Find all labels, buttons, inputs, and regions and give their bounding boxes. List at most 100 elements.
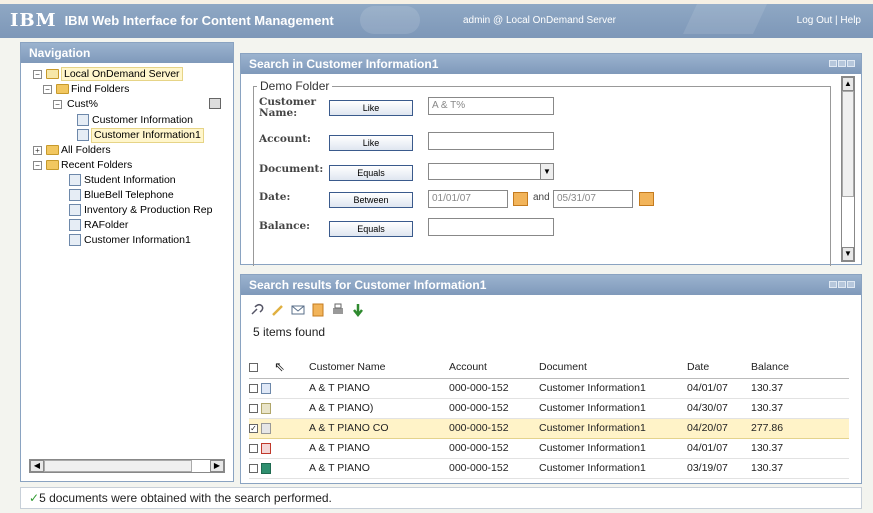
tree-node-find-folders[interactable]: − Find Folders — [25, 82, 233, 97]
balance-input[interactable] — [428, 218, 554, 236]
column-customer-name[interactable]: Customer Name — [309, 356, 449, 379]
row-checkbox[interactable]: ✓ — [249, 423, 258, 433]
help-link[interactable]: Help — [840, 15, 861, 26]
column-balance[interactable]: Balance — [751, 356, 849, 379]
table-row[interactable]: ✓ A & T PIANO CO 000-000-152 Customer In… — [249, 417, 849, 439]
document-icon — [69, 174, 81, 186]
brand: IBM IBM Web Interface for Content Manage… — [10, 10, 334, 31]
account-input[interactable] — [428, 132, 554, 150]
horizontal-scrollbar[interactable]: ◀ ▶ — [29, 459, 225, 473]
column-date[interactable]: Date — [687, 356, 751, 379]
scroll-down-icon[interactable]: ▼ — [842, 247, 854, 261]
items-found: 5 items found — [253, 325, 326, 339]
table-row[interactable]: A & T PIANO) 000-000-152 Customer Inform… — [249, 398, 849, 419]
row-document: Document: Equals ▼ — [259, 162, 819, 186]
tree-node-student-information[interactable]: Student Information — [25, 173, 233, 188]
notes-icon[interactable] — [311, 303, 325, 317]
restore-icon[interactable] — [838, 60, 846, 67]
text-file-icon — [261, 402, 271, 414]
tree-node-customer-information[interactable]: Customer Information — [25, 113, 233, 128]
document-file-icon — [261, 422, 271, 434]
row-checkbox[interactable] — [249, 463, 258, 473]
calendar-icon[interactable] — [639, 192, 654, 206]
navigation-tree: − Local OnDemand Server − Find Folders −… — [21, 63, 233, 248]
row-checkbox[interactable] — [249, 403, 258, 413]
tree-node-recent-customer-information1[interactable]: Customer Information1 — [25, 233, 233, 248]
top-links: Log Out | Help — [797, 15, 861, 26]
tree-node-bluebell-telephone[interactable]: BlueBell Telephone — [25, 188, 233, 203]
vertical-scrollbar[interactable]: ▲ ▼ — [841, 76, 855, 262]
print-icon[interactable] — [331, 303, 345, 317]
navigation-title: Navigation — [21, 43, 233, 63]
status-message: 5 documents were obtained with the searc… — [39, 491, 332, 505]
column-document[interactable]: Document — [539, 356, 687, 379]
scroll-thumb[interactable] — [842, 91, 854, 197]
link-icon[interactable] — [251, 303, 265, 317]
download-icon[interactable] — [351, 303, 365, 317]
collapse-icon[interactable]: − — [43, 85, 52, 94]
collapse-icon[interactable]: − — [33, 70, 42, 79]
find-folder-icon — [56, 84, 69, 94]
word-file-icon — [261, 382, 271, 394]
select-all-checkbox[interactable] — [249, 363, 258, 373]
column-account[interactable]: Account — [449, 356, 539, 379]
tree-node-all-folders[interactable]: + All Folders — [25, 143, 233, 158]
document-icon — [69, 234, 81, 246]
scroll-thumb[interactable] — [44, 460, 192, 472]
server-icon — [46, 69, 59, 79]
tree-node-cust[interactable]: − Cust% — [25, 97, 233, 113]
results-toolbar — [251, 303, 365, 317]
date-to-input[interactable]: 05/31/07 — [553, 190, 633, 208]
document-operator[interactable]: Equals — [329, 165, 413, 181]
maximize-icon[interactable] — [847, 60, 855, 67]
document-icon — [77, 129, 89, 141]
panel-controls — [829, 60, 855, 67]
row-checkbox[interactable] — [249, 383, 258, 393]
balance-operator[interactable]: Equals — [329, 221, 413, 237]
document-icon — [69, 219, 81, 231]
table-row[interactable]: A & T PIANO 000-000-152 Customer Informa… — [249, 458, 849, 479]
scroll-left-icon[interactable]: ◀ — [30, 460, 44, 472]
collapse-icon[interactable]: − — [53, 100, 62, 109]
scroll-right-icon[interactable]: ▶ — [210, 460, 224, 472]
tree-node-server[interactable]: − Local OnDemand Server — [25, 67, 233, 82]
recent-folder-icon — [46, 160, 59, 170]
row-balance: Balance: Equals — [259, 218, 819, 242]
collapse-icon[interactable]: − — [33, 161, 42, 170]
restore-icon[interactable] — [838, 281, 846, 288]
row-date: Date: Between 01/01/07 and 05/31/07 — [259, 189, 819, 213]
minimize-icon[interactable] — [829, 281, 837, 288]
date-operator[interactable]: Between — [329, 192, 413, 208]
tree-node-rafolder[interactable]: RAFolder — [25, 218, 233, 233]
customer-name-operator[interactable]: Like — [329, 100, 413, 116]
tree-node-recent-folders[interactable]: − Recent Folders — [25, 158, 233, 173]
tree-node-inventory-production[interactable]: Inventory & Production Rep — [25, 203, 233, 218]
minimize-icon[interactable] — [829, 60, 837, 67]
navigation-panel: Navigation − Local OnDemand Server − Fin… — [20, 42, 234, 482]
document-select[interactable]: ▼ — [428, 163, 554, 180]
row-checkbox[interactable] — [249, 443, 258, 453]
results-table: ⇖ Customer Name Account Document Date Ba… — [249, 356, 849, 479]
account-operator[interactable]: Like — [329, 135, 413, 151]
link-separator: | — [835, 15, 838, 26]
document-icon — [77, 114, 89, 126]
chevron-down-icon[interactable]: ▼ — [540, 164, 553, 179]
customer-name-input[interactable]: A & T% — [428, 97, 554, 115]
results-panel: Search results for Customer Information1… — [240, 274, 862, 484]
calendar-icon[interactable] — [513, 192, 528, 206]
table-header: ⇖ Customer Name Account Document Date Ba… — [249, 356, 849, 379]
tree-node-customer-information1[interactable]: Customer Information1 — [25, 128, 233, 143]
table-row[interactable]: A & T PIANO 000-000-152 Customer Informa… — [249, 438, 849, 459]
expand-icon[interactable]: + — [33, 146, 42, 155]
check-icon: ✓ — [29, 491, 40, 505]
maximize-icon[interactable] — [847, 281, 855, 288]
scroll-up-icon[interactable]: ▲ — [842, 77, 854, 91]
search-title: Search in Customer Information1 — [241, 54, 861, 74]
email-icon[interactable] — [291, 303, 305, 317]
print-icon[interactable] — [209, 98, 221, 109]
logout-link[interactable]: Log Out — [797, 15, 833, 26]
table-row[interactable]: A & T PIANO 000-000-152 Customer Informa… — [249, 378, 849, 399]
annotate-icon[interactable] — [271, 303, 285, 317]
user-info: admin @ Local OnDemand Server — [463, 15, 616, 26]
date-from-input[interactable]: 01/01/07 — [428, 190, 508, 208]
